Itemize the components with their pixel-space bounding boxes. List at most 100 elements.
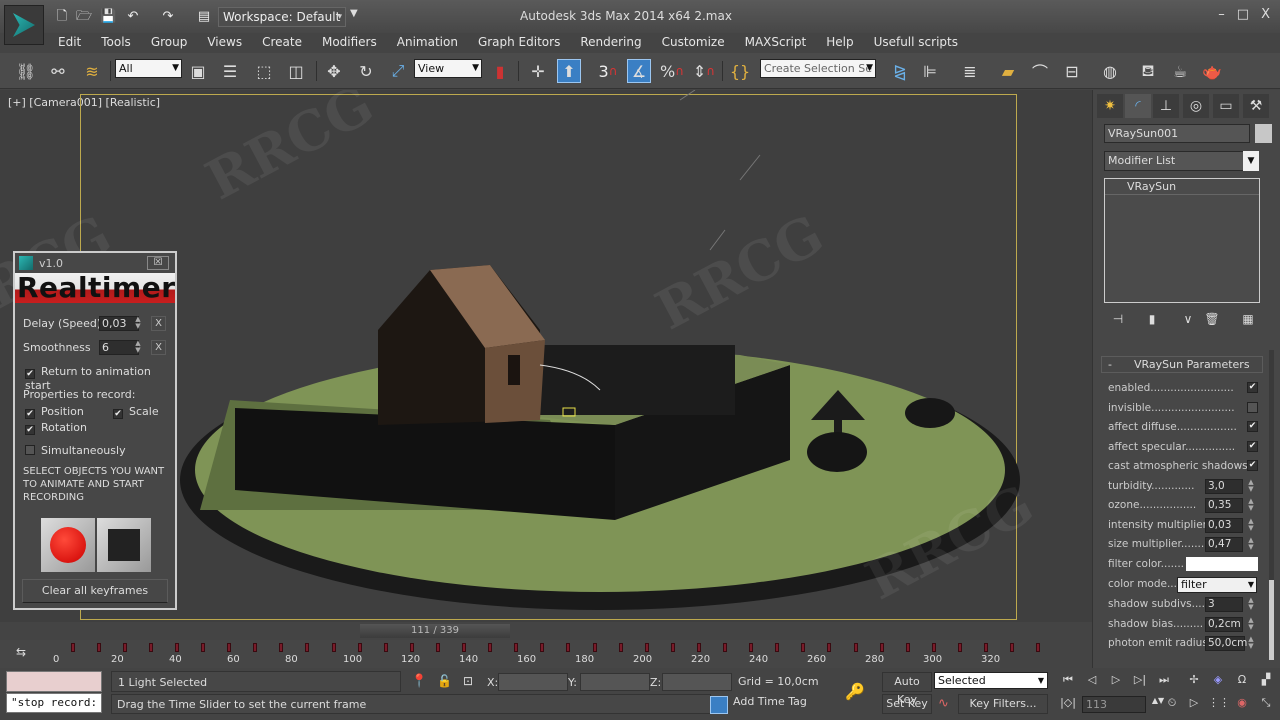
smoothness-reset-button[interactable]: X xyxy=(151,340,166,355)
move-icon[interactable]: ✥ xyxy=(322,59,346,83)
link-icon[interactable]: ⛓ xyxy=(14,59,38,83)
key-filters-button[interactable]: Key Filters... xyxy=(958,694,1048,714)
keyframe-marker[interactable] xyxy=(357,643,362,652)
keyframe-marker[interactable] xyxy=(566,643,571,652)
minimize-button[interactable]: – xyxy=(1218,7,1225,22)
keyframe-marker[interactable] xyxy=(696,643,701,652)
delay-reset-button[interactable]: X xyxy=(151,316,166,331)
current-frame-field[interactable]: 113 xyxy=(1082,696,1146,713)
shadow-bias-input[interactable]: 0,2cm xyxy=(1205,617,1243,632)
modify-tab[interactable]: ◜ xyxy=(1125,94,1151,118)
delay-spinner-arrows[interactable]: ▲ ▼ xyxy=(134,316,142,331)
smoothness-input[interactable]: 6 xyxy=(99,340,139,355)
select-manipulate-icon[interactable]: ✛ xyxy=(526,59,550,83)
mirror-icon[interactable]: ⧎ xyxy=(888,59,912,83)
object-name-field[interactable]: VRaySun001 xyxy=(1104,124,1250,143)
open-folder-icon[interactable]: 🗁 xyxy=(76,8,92,26)
object-color-swatch[interactable] xyxy=(1255,124,1272,143)
stop-button[interactable] xyxy=(97,518,151,572)
keyframe-marker[interactable] xyxy=(827,643,832,652)
smoothness-spinner-arrows[interactable]: ▲ ▼ xyxy=(134,340,142,355)
filter-color-swatch[interactable] xyxy=(1186,557,1258,571)
keyboard-shortcut-override-icon[interactable]: ⬆ xyxy=(557,59,581,83)
intensity-multiplier-spinner-arrows[interactable]: ▲ ▼ xyxy=(1247,518,1255,533)
menu-graph-editors[interactable]: Graph Editors xyxy=(468,33,570,53)
new-file-icon[interactable]: 🗋 xyxy=(54,8,70,26)
shadow-subdivs-input[interactable]: 3 xyxy=(1205,597,1243,612)
spinner-snap-icon[interactable]: ⇕ ∩ xyxy=(692,59,716,83)
ozone-spinner-arrows[interactable]: ▲ ▼ xyxy=(1247,498,1255,513)
motion-tab[interactable]: ◎ xyxy=(1183,94,1209,118)
customize-quick-access-icon[interactable]: ▼ xyxy=(350,8,358,19)
enabled-checkbox[interactable]: ✔ xyxy=(1247,382,1258,393)
walk-through-icon[interactable]: ⋮⋮ xyxy=(1208,696,1230,709)
keyframe-marker[interactable] xyxy=(383,643,388,652)
app-menu-button[interactable] xyxy=(4,5,44,45)
keyframe-marker[interactable] xyxy=(670,643,675,652)
photon-emit-radius-spinner-arrows[interactable]: ▲ ▼ xyxy=(1247,636,1255,651)
orbit-subobject-icon[interactable]: ◉ xyxy=(1232,696,1252,709)
curve-editor-icon[interactable]: ⌒ xyxy=(1028,59,1052,83)
pin-stack-icon[interactable]: ⊣ xyxy=(1109,312,1127,330)
selection-lock-icon[interactable]: 🔓 xyxy=(437,674,452,688)
open-mini-curve-editor-icon[interactable]: ⇆ xyxy=(16,645,36,663)
keyframe-marker[interactable] xyxy=(775,643,780,652)
x-coord-field[interactable] xyxy=(498,673,568,691)
remove-modifier-icon[interactable]: 🗑 xyxy=(1203,312,1221,330)
selection-filter-dropdown[interactable]: All ▼ xyxy=(115,59,182,78)
maxscript-listener-output[interactable] xyxy=(6,671,102,692)
rotate-icon[interactable]: ↻ xyxy=(354,59,378,83)
display-tab[interactable]: ▭ xyxy=(1213,94,1239,118)
delay-input[interactable]: 0,03 xyxy=(99,316,139,331)
scrollbar-thumb[interactable] xyxy=(1269,580,1274,660)
keyframe-marker[interactable] xyxy=(96,643,101,652)
make-unique-icon[interactable]: ∨ xyxy=(1179,312,1197,330)
keyframe-marker[interactable] xyxy=(201,643,205,652)
keyframe-marker[interactable] xyxy=(174,643,179,652)
keyframe-marker[interactable] xyxy=(749,643,754,652)
render-setup-icon[interactable]: ⛾ xyxy=(1136,59,1160,83)
menu-usefull-scripts[interactable]: Usefull scripts xyxy=(864,33,968,53)
scale-checkbox[interactable]: ✔ Scale xyxy=(113,405,159,419)
undo-icon[interactable]: ↶ xyxy=(125,8,141,26)
menu-edit[interactable]: Edit xyxy=(48,33,91,53)
keyframe-marker[interactable] xyxy=(540,643,545,652)
z-coord-field[interactable] xyxy=(662,673,732,691)
menu-views[interactable]: Views xyxy=(197,33,252,53)
size-multiplier-spinner-arrows[interactable]: ▲ ▼ xyxy=(1247,537,1255,552)
previous-frame-icon[interactable]: ◁ xyxy=(1082,673,1102,686)
cast-atmospheric-shadows-checkbox[interactable]: ✔ xyxy=(1247,460,1258,471)
show-end-result-icon[interactable]: ▮ xyxy=(1143,312,1161,330)
keyframe-marker[interactable] xyxy=(957,643,962,652)
reference-coordinate-dropdown[interactable]: View ▼ xyxy=(414,59,482,78)
keyframe-marker[interactable] xyxy=(618,643,623,652)
bind-space-warp-icon[interactable]: ≋ xyxy=(80,59,104,83)
orbit-camera-icon[interactable]: ▷ xyxy=(1184,696,1204,709)
keyframe-marker[interactable] xyxy=(592,643,597,652)
play-icon[interactable]: ▷ xyxy=(1106,673,1126,686)
snap-toggle-icon[interactable]: 3 ∩ xyxy=(596,59,620,83)
keyframe-marker[interactable] xyxy=(984,643,988,652)
close-button[interactable]: X xyxy=(1261,7,1270,22)
keyframe-marker[interactable] xyxy=(253,643,258,652)
layer-manager-icon[interactable]: ≣ xyxy=(958,59,982,83)
menu-group[interactable]: Group xyxy=(141,33,198,53)
auto-key-button[interactable]: Auto Key xyxy=(882,672,932,706)
default-in-out-tangents-key-icon[interactable]: 🔑 xyxy=(845,682,865,701)
keyframe-marker[interactable] xyxy=(905,643,910,652)
ozone-input[interactable]: 0,35 xyxy=(1205,498,1243,513)
keyframe-marker[interactable] xyxy=(279,643,284,652)
utilities-tab[interactable]: ⚒ xyxy=(1243,94,1269,118)
affect-diffuse-checkbox[interactable]: ✔ xyxy=(1247,421,1258,432)
menu-maxscript[interactable]: MAXScript xyxy=(735,33,817,53)
go-to-end-icon[interactable]: ⏭ xyxy=(1154,673,1174,687)
dialog-close-button[interactable]: ☒ xyxy=(147,256,169,270)
keyframe-marker[interactable] xyxy=(723,643,727,652)
edit-named-selection-icon[interactable]: {} xyxy=(728,59,752,83)
color-mode-dropdown[interactable]: filter ▼ xyxy=(1177,577,1257,593)
workspace-dropdown[interactable]: Workspace: Default ▾ xyxy=(218,7,346,27)
isolate-selection-icon[interactable]: 📍 xyxy=(411,674,427,689)
keyframe-marker[interactable] xyxy=(70,643,75,652)
turbidity-input[interactable]: 3,0 xyxy=(1205,479,1243,494)
shadow-subdivs-spinner-arrows[interactable]: ▲ ▼ xyxy=(1247,597,1255,612)
